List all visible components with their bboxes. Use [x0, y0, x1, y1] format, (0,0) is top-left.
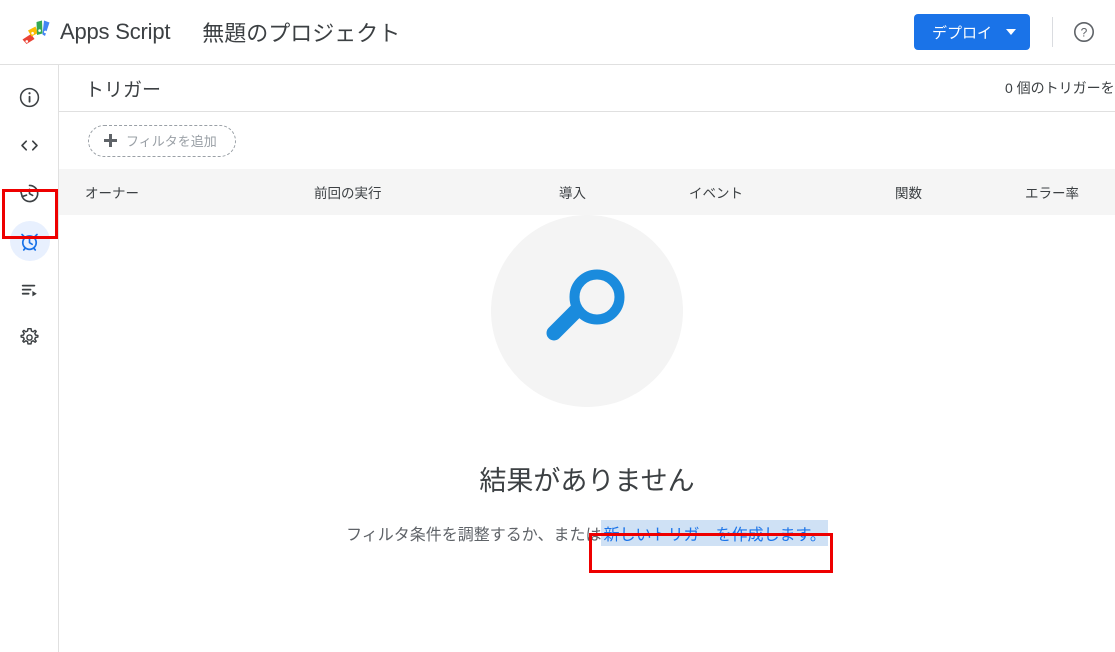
- add-filter-chip[interactable]: フィルタを追加: [88, 124, 236, 157]
- sidebar-item-executions[interactable]: [0, 265, 59, 313]
- empty-state-subtitle: フィルタ条件を調整するか、または 新しいトリガーを作成します。: [346, 520, 828, 546]
- empty-state-subtitle-prefix: フィルタ条件を調整するか、または: [346, 527, 602, 544]
- apps-script-logo: [12, 12, 58, 52]
- page-title: トリガー: [85, 79, 162, 101]
- history-clock-icon: [10, 173, 50, 213]
- magnifier-illustration: [491, 215, 683, 407]
- list-play-icon: [10, 269, 50, 309]
- alarm-clock-icon: [9, 221, 50, 261]
- app-name: Apps Script: [60, 19, 171, 44]
- top-bar-actions: デプロイ ?: [913, 0, 1115, 64]
- add-filter-label: フィルタを追加: [126, 134, 217, 149]
- column-header-deployment[interactable]: 導入: [559, 169, 586, 215]
- sidebar-item-editor[interactable]: [0, 121, 59, 169]
- create-new-trigger-link[interactable]: 新しいトリガーを作成します。: [601, 520, 828, 546]
- column-header-error-rate[interactable]: エラー率: [1025, 169, 1079, 215]
- trigger-count-label: 0 個のトリガーを表示中: [1005, 80, 1115, 96]
- left-nav-rail: [0, 65, 59, 652]
- triggers-table-header: オーナー 前回の実行 導入 イベント 関数 エラー率: [59, 169, 1115, 215]
- sidebar-item-executions-history[interactable]: [0, 169, 59, 217]
- deploy-button-label: デプロイ: [931, 24, 992, 42]
- empty-state-title: 結果がありません: [479, 466, 695, 496]
- info-circle-icon: [10, 77, 50, 117]
- gear-icon: [10, 317, 50, 357]
- magnifier-icon: [546, 269, 625, 341]
- page-header: トリガー 0 個のトリガーを表示中: [59, 65, 1115, 112]
- column-header-owner[interactable]: オーナー: [85, 169, 139, 215]
- sidebar-item-overview[interactable]: [0, 73, 59, 121]
- help-circle-icon[interactable]: ?: [1067, 15, 1101, 49]
- project-title[interactable]: 無題のプロジェクト: [202, 16, 400, 48]
- svg-text:?: ?: [1081, 25, 1088, 39]
- chevron-down-icon: [1006, 29, 1016, 35]
- column-header-last-run[interactable]: 前回の実行: [314, 169, 382, 215]
- code-brackets-icon: [10, 125, 50, 165]
- plus-icon: [104, 134, 117, 147]
- triggers-page: トリガー 0 個のトリガーを表示中 フィルタを追加 オーナー 前回の実行 導入 …: [59, 65, 1115, 652]
- empty-state: 結果がありません フィルタ条件を調整するか、または 新しいトリガーを作成します。: [59, 215, 1115, 546]
- deploy-button[interactable]: デプロイ: [913, 14, 1030, 50]
- column-header-event[interactable]: イベント: [689, 169, 743, 215]
- toolbar-divider: [1052, 17, 1053, 47]
- sidebar-item-settings[interactable]: [0, 313, 59, 361]
- filter-toolbar: フィルタを追加: [59, 112, 1115, 169]
- sidebar-item-triggers[interactable]: [0, 217, 59, 265]
- top-app-bar: Apps Script 無題のプロジェクト デプロイ ?: [0, 0, 1115, 65]
- column-header-function[interactable]: 関数: [895, 169, 922, 215]
